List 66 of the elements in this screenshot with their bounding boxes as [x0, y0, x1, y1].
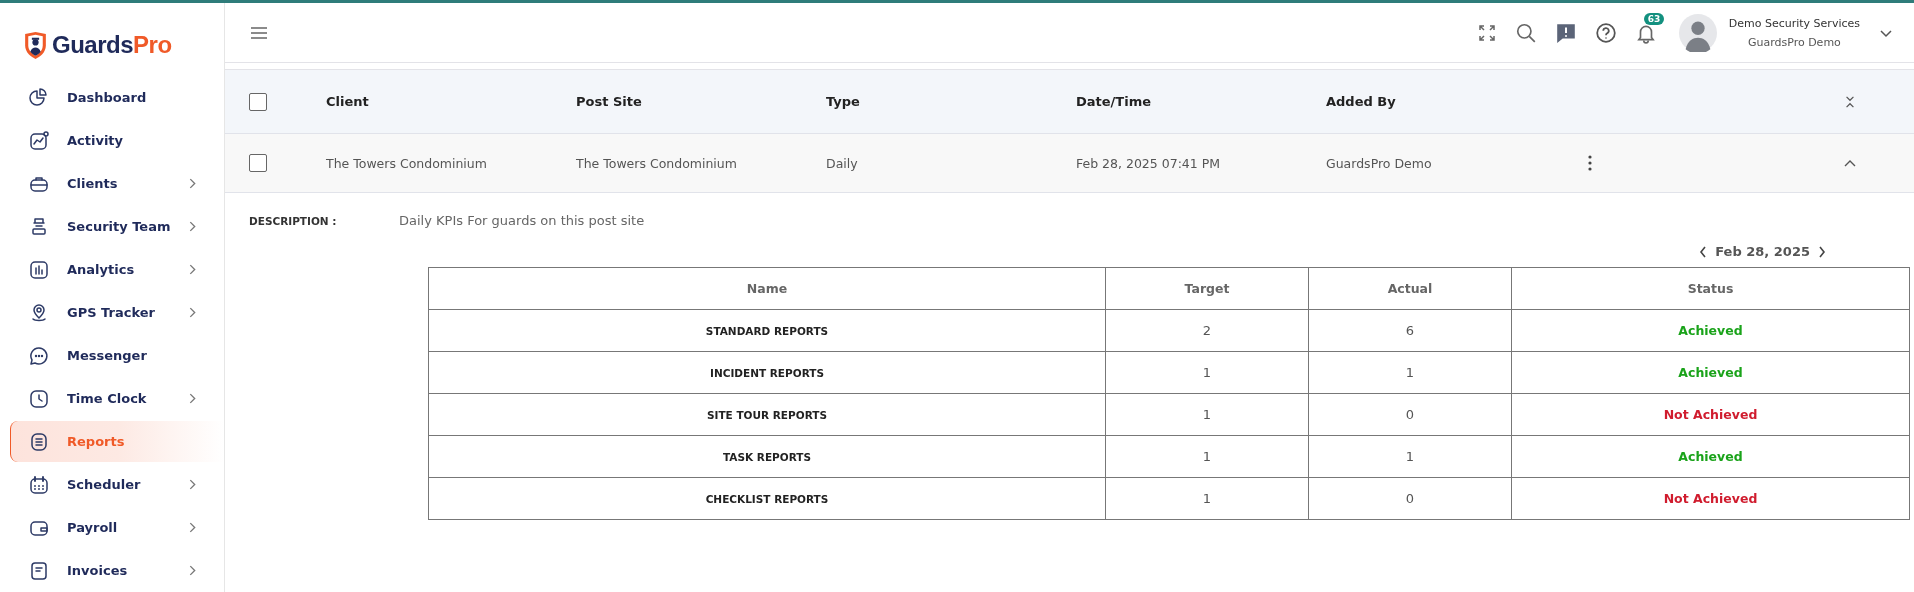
table-cell: CHECKLIST REPORTS: [428, 477, 1106, 520]
column-header: Type: [826, 94, 861, 109]
sidebar-item[interactable]: Security Team: [10, 206, 224, 247]
sidebar-item[interactable]: Dashboard: [10, 77, 224, 118]
table-cell-text: Feb 28, 2025 07:41 PM: [1076, 155, 1222, 171]
table-cell: 1: [1105, 351, 1309, 394]
table-cell: 1: [1308, 435, 1512, 478]
column-header: Post Site: [576, 94, 643, 109]
status-text: Not Achieved: [1511, 477, 1910, 520]
table-cell: 2: [1105, 309, 1309, 352]
fullscreen-icon[interactable]: [1476, 22, 1497, 43]
table-cell-text: The Towers Condominium: [576, 155, 738, 171]
table-cell: 0: [1308, 393, 1512, 436]
column-header: Date/Time: [1076, 94, 1153, 109]
table-cell: SITE TOUR REPORTS: [428, 393, 1106, 436]
table-cell: 0: [1308, 477, 1512, 520]
sidebar-item[interactable]: Analytics: [10, 249, 224, 290]
table-cell-text: Daily: [826, 155, 859, 171]
chevron-right-icon[interactable]: [1818, 245, 1826, 258]
status-text: Not Achieved: [1511, 393, 1910, 436]
column-header: Client: [326, 94, 370, 109]
date-label: Feb 28, 2025: [1715, 244, 1810, 259]
sidebar-item[interactable]: Invoices: [10, 550, 224, 591]
table-cell: 1: [1308, 351, 1512, 394]
table-cell: 1: [1105, 393, 1309, 436]
row-checkbox[interactable]: [249, 154, 267, 172]
chevron-left-icon[interactable]: [1699, 245, 1708, 258]
table-cell-text: GuardsPro Demo: [1326, 155, 1433, 171]
status-text: Achieved: [1511, 435, 1910, 478]
brand-logo: GuardsPro: [52, 31, 172, 59]
table-cell: 1: [1105, 435, 1309, 478]
avatar-silhouette-icon: [1678, 13, 1717, 52]
status-text: Achieved: [1511, 351, 1910, 394]
table-cell: INCIDENT REPORTS: [428, 351, 1106, 394]
search-icon[interactable]: [1514, 21, 1537, 44]
more-options-icon[interactable]: [1587, 155, 1593, 171]
sidebar-item[interactable]: Payroll: [10, 507, 224, 548]
column-header: Name: [428, 267, 1106, 310]
user-name: GuardsPro Demo: [1747, 35, 1841, 49]
column-header: Status: [1511, 267, 1910, 310]
description-label: DESCRIPTION :: [249, 214, 338, 227]
table-cell: STANDARD REPORTS: [428, 309, 1106, 352]
line-chart-icon: [27, 128, 51, 153]
sidebar-item[interactable]: Time Clock: [10, 378, 224, 419]
alert-message-icon[interactable]: [1554, 21, 1577, 44]
table-cell: TASK REPORTS: [428, 435, 1106, 478]
table-cell: 1: [1105, 477, 1309, 520]
help-icon[interactable]: [1594, 21, 1617, 44]
sidebar-item[interactable]: Messenger: [10, 335, 224, 376]
column-header: Actual: [1308, 267, 1512, 310]
description-text: Daily KPIs For guards on this post site: [399, 213, 645, 228]
status-text: Achieved: [1511, 309, 1910, 352]
collapse-all-icon[interactable]: [1844, 95, 1856, 108]
sidebar-item[interactable]: Activity: [10, 120, 224, 161]
table-row[interactable]: The Towers Condominium The Towers Condominium Daily Feb 28, 2025 07:41 PM GuardsPro Demo: [225, 134, 1914, 193]
column-header: Target: [1105, 267, 1309, 310]
shield-logo-icon: [23, 30, 48, 60]
column-header: Added By: [1326, 94, 1397, 109]
table-cell: 6: [1308, 309, 1512, 352]
sidebar-item[interactable]: Clients: [10, 163, 224, 204]
company-name: Demo Security Services: [1728, 16, 1860, 30]
table-cell-text: The Towers Condominium: [326, 155, 488, 171]
sidebar-item[interactable]: GPS Tracker: [10, 292, 224, 333]
select-all-checkbox[interactable]: [249, 92, 267, 111]
notification-count-badge: 63: [1643, 12, 1665, 25]
sidebar-item[interactable]: Scheduler: [10, 464, 224, 505]
